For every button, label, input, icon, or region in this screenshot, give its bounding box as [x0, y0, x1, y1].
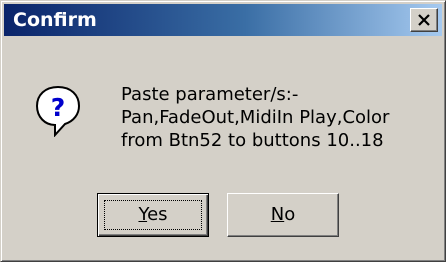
title-bar[interactable]: Confirm: [4, 4, 442, 36]
no-button-label: No: [271, 204, 295, 225]
close-icon: [418, 14, 430, 26]
close-button[interactable]: [410, 8, 438, 32]
yes-button-label: Yes: [138, 204, 167, 225]
window-title: Confirm: [13, 9, 97, 31]
message-line: from Btn52 to buttons 10..18: [121, 130, 384, 151]
yes-button[interactable]: Yes: [97, 193, 209, 237]
yes-mnemonic: Y: [138, 204, 148, 225]
question-icon: ?: [35, 85, 81, 137]
confirm-dialog: Confirm ? Paste parameter/s:- Pan,FadeOu…: [0, 0, 446, 262]
no-label-rest: o: [284, 204, 296, 225]
no-button[interactable]: No: [227, 193, 339, 237]
no-mnemonic: N: [270, 204, 285, 225]
message-text: Paste parameter/s:- Pan,FadeOut,MidiIn P…: [121, 83, 389, 152]
svg-text:?: ?: [51, 93, 66, 122]
message-line: Pan,FadeOut,MidiIn Play,Color: [121, 107, 390, 128]
yes-label-rest: es: [147, 204, 168, 225]
message-line: Paste parameter/s:-: [121, 84, 299, 105]
